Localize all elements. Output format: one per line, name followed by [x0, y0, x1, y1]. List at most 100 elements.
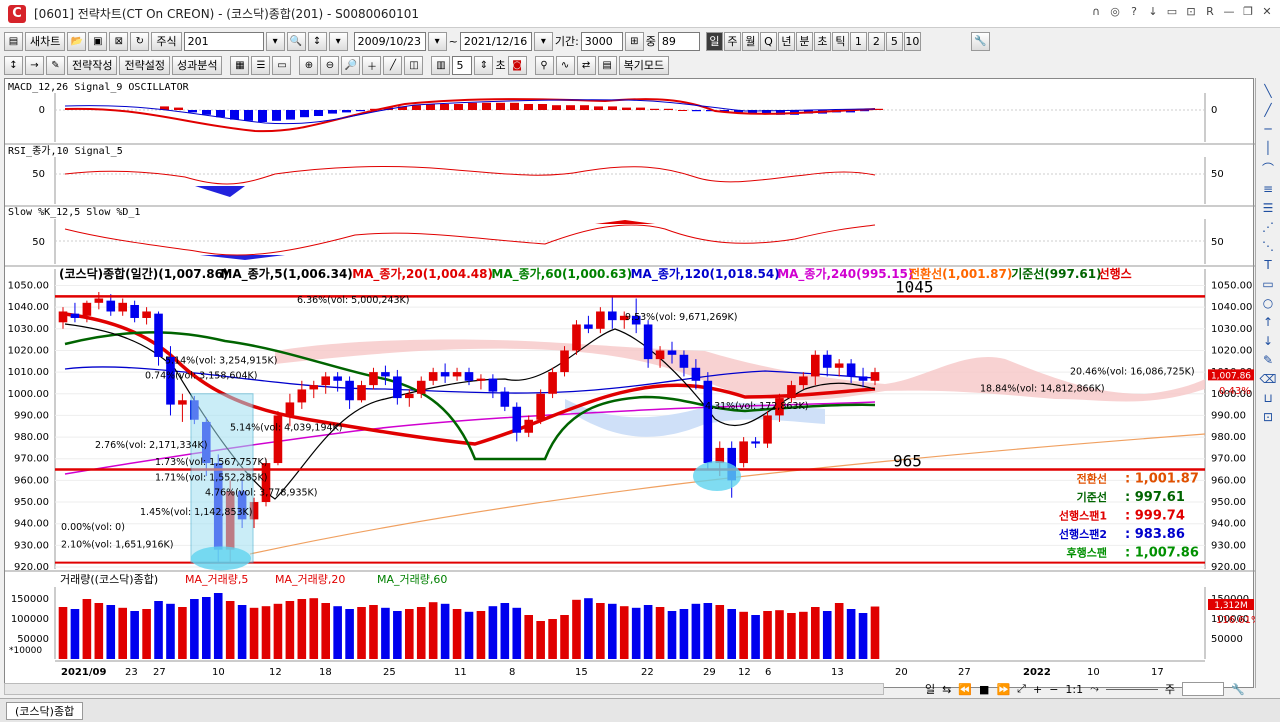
scan-icon[interactable]: ⚲	[534, 55, 554, 75]
grid-icon[interactable]: ⊞	[624, 31, 644, 51]
window-control-9[interactable]: ✕	[1260, 5, 1274, 18]
trend-tool-icon[interactable]: ╱	[1264, 103, 1271, 117]
open-icon[interactable]: 📂	[67, 31, 87, 51]
pencil-tool-icon[interactable]: ✎	[1263, 353, 1273, 367]
print-icon[interactable]: ▤	[597, 55, 617, 75]
circle-tool-icon[interactable]: ○	[1263, 296, 1273, 310]
arrow-down-tool-icon[interactable]: ↓	[1263, 334, 1273, 348]
stop-icon[interactable]: ■	[979, 683, 989, 696]
wrench-icon-bottom[interactable]: 🔧	[1231, 683, 1245, 696]
plus-icon[interactable]: +	[1033, 683, 1042, 696]
window-control-4[interactable]: ▭	[1165, 5, 1179, 18]
chart-area[interactable]: MACD_12,26 Signal_9 OSCILLATOR 0 0 RSI_종…	[4, 78, 1255, 689]
timeframe-일[interactable]: 일	[705, 31, 723, 51]
text-tool-icon[interactable]: T	[1264, 258, 1271, 272]
layout-single-icon[interactable]: ▭	[272, 55, 292, 75]
chevron-down-icon[interactable]: ▾	[328, 31, 348, 51]
minus-icon[interactable]: −	[1049, 683, 1058, 696]
arrow-up-tool-icon[interactable]: ↑	[1263, 315, 1273, 329]
count-input[interactable]: 89	[657, 31, 700, 51]
arc-tool-icon[interactable]: ⌒	[1262, 160, 1274, 177]
draw-line-icon[interactable]: ╱	[383, 55, 403, 75]
strategy-write-button[interactable]: 전략작성	[67, 55, 118, 75]
performance-button[interactable]: 성과분석	[171, 55, 223, 75]
timeframe-틱[interactable]: 틱	[831, 31, 849, 51]
timeframe-분[interactable]: 분	[795, 31, 813, 51]
hline-tool-icon[interactable]: ─	[1264, 122, 1271, 136]
week-unit[interactable]: 주	[1165, 681, 1175, 697]
fib-tool-icon[interactable]: ☰	[1263, 201, 1274, 215]
code-dropdown-icon[interactable]: ▾	[265, 31, 285, 51]
wave-icon[interactable]: ∿	[555, 55, 575, 75]
layout-rows-icon[interactable]: ☰	[251, 55, 271, 75]
bars-icon[interactable]: ▥	[431, 55, 451, 75]
refresh-icon[interactable]: ↻	[130, 31, 150, 51]
window-control-8[interactable]: ❐	[1241, 5, 1255, 18]
chart-icon[interactable]: ◫	[404, 55, 424, 75]
date-to-input[interactable]: 2021/12/16	[459, 31, 532, 51]
sync-icon[interactable]: ⇄	[576, 55, 596, 75]
zoom-out-icon[interactable]: ⊖	[320, 55, 340, 75]
timeframe-월[interactable]: 월	[741, 31, 759, 51]
timeframe-년[interactable]: 년	[777, 31, 795, 51]
period-input[interactable]: 3000	[580, 31, 623, 51]
code-input[interactable]: 201	[183, 31, 264, 51]
crosshair-icon[interactable]: ＋	[362, 55, 382, 75]
line-tool-icon[interactable]: ╲	[1264, 84, 1271, 98]
timeframe-10[interactable]: 10	[903, 31, 921, 51]
forward-icon[interactable]: ⏩	[996, 683, 1010, 696]
timeframe-2[interactable]: 2	[867, 31, 885, 51]
layout-split-icon[interactable]: ▦	[230, 55, 250, 75]
num-input[interactable]: 5	[452, 55, 473, 75]
calendar-from-icon[interactable]: ▾	[427, 31, 447, 51]
timeframe-주[interactable]: 주	[723, 31, 741, 51]
window-control-7[interactable]: —	[1222, 5, 1236, 18]
eraser-tool-icon[interactable]: ⌫	[1260, 372, 1277, 386]
scroll-input[interactable]	[1182, 682, 1225, 696]
window-control-6[interactable]: R	[1203, 5, 1217, 18]
zoom-slider[interactable]	[1105, 688, 1158, 690]
new-chart-button[interactable]: 새차트	[25, 31, 66, 51]
replay-mode-button[interactable]: 복기모드	[618, 55, 670, 75]
arrow-right-icon[interactable]: →	[25, 55, 44, 75]
zoom-icon[interactable]: 🔎	[341, 55, 361, 75]
strategy-settings-button[interactable]: 전략설정	[119, 55, 170, 75]
window-control-3[interactable]: ↓	[1146, 5, 1160, 18]
timeframe-1[interactable]: 1	[849, 31, 867, 51]
sort-icon[interactable]: ↕	[307, 31, 327, 51]
timeframe-5[interactable]: 5	[885, 31, 903, 51]
status-tab[interactable]: (코스닥)종합	[6, 701, 84, 720]
vline-tool-icon[interactable]: │	[1264, 141, 1271, 155]
channel-tool-icon[interactable]: ≡	[1263, 182, 1273, 196]
cursor-icon[interactable]: ⤳	[1090, 682, 1099, 696]
rewind-icon[interactable]: ⏪	[958, 683, 972, 696]
window-control-0[interactable]: ∩	[1089, 5, 1103, 18]
timeframe-Q[interactable]: Q	[759, 31, 777, 51]
delete-icon[interactable]: ⊠	[109, 31, 129, 51]
edit-icon[interactable]: ✎	[46, 55, 65, 75]
reset-icon[interactable]: ⤢	[1017, 682, 1026, 696]
chart-scrollbar[interactable]	[4, 683, 884, 695]
auto-icon[interactable]: ◙	[507, 55, 527, 75]
calendar-to-icon[interactable]: ▾	[533, 31, 553, 51]
ratio-icon[interactable]: 1:1	[1065, 683, 1083, 696]
search-icon[interactable]: 🔍	[286, 31, 306, 51]
arrow-updown-icon[interactable]: ↕	[4, 55, 23, 75]
gann-tool-icon[interactable]: ⋰	[1262, 220, 1274, 234]
save-icon[interactable]: ▣	[88, 31, 108, 51]
timeframe-초[interactable]: 초	[813, 31, 831, 51]
window-control-5[interactable]: ⊡	[1184, 5, 1198, 18]
date-from-input[interactable]: 2009/10/23	[353, 31, 426, 51]
chart-canvas[interactable]: MACD_12,26 Signal_9 OSCILLATOR 0 0 RSI_종…	[5, 79, 1255, 689]
window-control-2[interactable]: ?	[1127, 5, 1141, 18]
spinner-icon[interactable]: ⇕	[474, 55, 494, 75]
rect-tool-icon[interactable]: ▭	[1262, 277, 1273, 291]
wrench-icon[interactable]: 🔧	[970, 31, 990, 51]
stock-type-button[interactable]: 주식	[151, 31, 182, 51]
fan-tool-icon[interactable]: ⋱	[1262, 239, 1274, 253]
lock-tool-icon[interactable]: ⊡	[1263, 410, 1273, 424]
options-icon[interactable]: ⇆	[942, 683, 951, 696]
magnet-tool-icon[interactable]: ⊔	[1263, 391, 1272, 405]
layout-icon[interactable]: ▤	[4, 31, 23, 51]
zoom-in-icon[interactable]: ⊕	[299, 55, 319, 75]
